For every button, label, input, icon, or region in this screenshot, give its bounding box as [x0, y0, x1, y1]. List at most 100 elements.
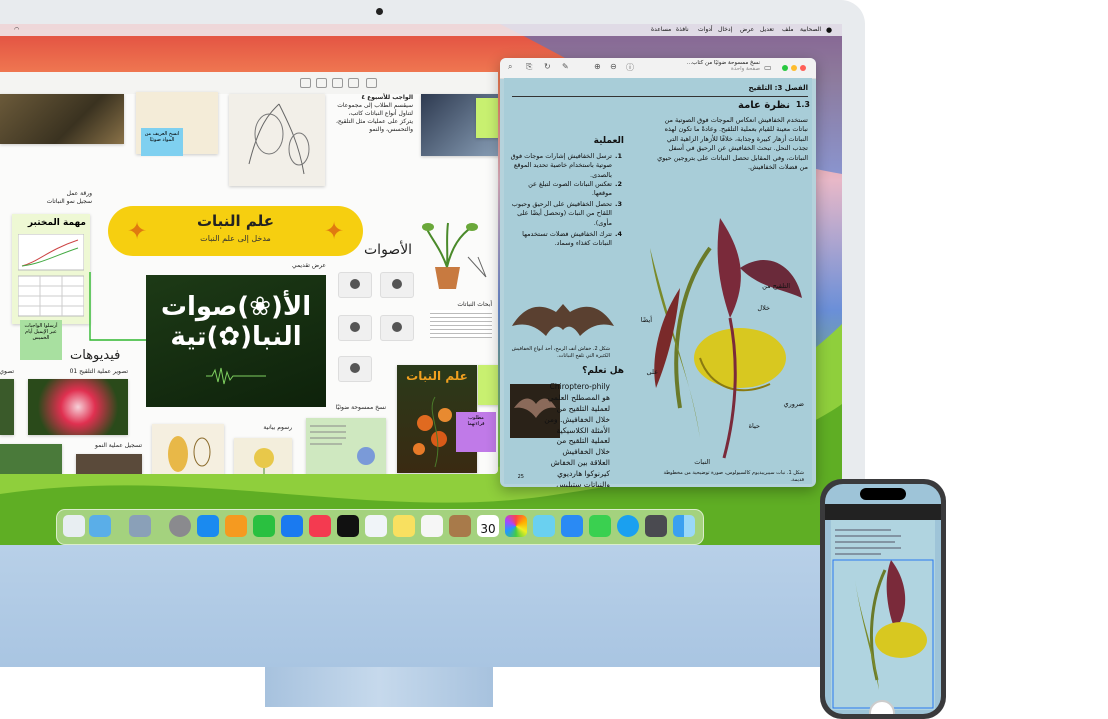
imac-chin [0, 545, 865, 667]
menu-file[interactable]: ملف [782, 26, 793, 33]
flower-drawing-card[interactable] [234, 438, 292, 474]
presentation-label: عرض تقديمي [291, 262, 326, 269]
media-tool-icon[interactable] [348, 78, 359, 88]
maple-leaf-icon: ✦ [126, 217, 148, 245]
menu-app[interactable]: الصحابية [800, 26, 821, 33]
keynote-icon[interactable] [281, 515, 303, 537]
audio-clip[interactable] [380, 272, 414, 298]
did-you-know-heading: هل تعلم؟ [582, 366, 624, 376]
leaf-video-thumbnail[interactable] [0, 444, 62, 474]
audio-clip[interactable] [338, 356, 372, 382]
menu-view[interactable]: عرض [740, 26, 754, 33]
flower-label: ضروري [783, 400, 804, 408]
green-label-card-2[interactable] [478, 365, 498, 405]
presentation-card[interactable]: الأ(❀)صوات النبا(✿)تية [146, 275, 326, 407]
note-tool-icon[interactable] [300, 78, 311, 88]
finder-icon[interactable] [673, 515, 695, 537]
sidebar-icon[interactable]: ▭ [764, 63, 772, 72]
flower-label: على [646, 368, 658, 376]
botany-sketch-card[interactable] [229, 94, 325, 186]
numbers-icon[interactable] [253, 515, 275, 537]
flower-label: التلقيح من [762, 282, 790, 290]
notes-icon[interactable] [393, 515, 415, 537]
insert-tool-icon[interactable] [366, 78, 377, 88]
apple-icon[interactable]: ● [826, 26, 832, 34]
audio-clip[interactable] [380, 315, 414, 341]
scanned-label: نسخ ممسوحة ضوئيًا [335, 404, 386, 411]
safari-icon[interactable] [617, 515, 639, 537]
title-banner[interactable]: ✦ علم النبات مدخل إلى علم النبات ✦ [108, 206, 363, 256]
launchpad-icon[interactable] [645, 515, 667, 537]
menu-help[interactable]: مساعدة [651, 26, 671, 33]
pine-drawing [168, 436, 211, 472]
menu-window[interactable]: نافذة [676, 26, 689, 33]
downloads-icon[interactable] [129, 515, 151, 537]
flower-video-thumbnail[interactable] [28, 379, 128, 435]
sticky-note-purple[interactable]: مطلوب قراءتهما [456, 412, 496, 452]
did-you-know-text: Chiroptero-phily هو المصطلح العلمي لعملي… [544, 382, 610, 487]
close-button[interactable] [800, 65, 806, 71]
contacts-icon[interactable] [449, 515, 471, 537]
menu-insert[interactable]: إدخال [718, 26, 732, 33]
share-icon[interactable]: ⎘ [526, 62, 532, 72]
shape-tool-icon[interactable] [316, 78, 327, 88]
menu-tools[interactable]: أدوات [698, 26, 713, 33]
music-icon[interactable] [309, 515, 331, 537]
text-tool-icon[interactable] [332, 78, 343, 88]
audio-clip[interactable] [338, 272, 372, 298]
maps-icon[interactable] [533, 515, 555, 537]
homework-title: الواجب للأسبوع ٤ [361, 94, 413, 101]
zoom-out-icon[interactable]: ⊖ [610, 62, 617, 71]
settings-icon[interactable] [169, 515, 191, 537]
process-heading: العملية [593, 136, 624, 146]
folder-icon[interactable] [89, 515, 111, 537]
chapter-rule [512, 96, 808, 97]
banner-subtitle: مدخل إلى علم النبات [200, 234, 271, 243]
rotate-icon[interactable]: ↻ [544, 62, 551, 71]
growth-video-thumbnail[interactable] [76, 454, 142, 474]
tv-icon[interactable] [337, 515, 359, 537]
calendar-icon[interactable]: 30 [477, 515, 499, 537]
audio-clip[interactable] [338, 315, 372, 341]
scanned-flower [310, 425, 375, 465]
research-text-block [430, 310, 492, 338]
worksheet-title: ورقة عمل [66, 190, 92, 197]
minimize-button[interactable] [791, 65, 797, 71]
page-number: 25 [517, 474, 524, 480]
pine-drawing-card[interactable] [152, 424, 224, 474]
flytrap-illustration [422, 222, 487, 289]
video-thumbnail-partial[interactable] [0, 379, 14, 435]
freeform-icon[interactable] [365, 515, 387, 537]
iphone-screen [825, 484, 941, 714]
preview-subtitle: صفحة واحدة [730, 66, 760, 72]
step-number: 1. [614, 152, 622, 160]
app-store-icon[interactable] [197, 515, 219, 537]
info-icon[interactable]: ⓘ [626, 62, 634, 73]
markup-icon[interactable]: ✎ [562, 62, 569, 71]
reminders-icon[interactable] [421, 515, 443, 537]
zoom-in-icon[interactable]: ⊕ [594, 62, 601, 71]
camera-top-bar [825, 504, 941, 520]
bat-illustration [512, 304, 614, 336]
botany-sketch [248, 103, 310, 175]
green-label-card[interactable] [476, 98, 498, 138]
trash-icon[interactable] [63, 515, 85, 537]
sticky-note-blue[interactable]: انسخ العريف من المواد صوتيًا [141, 128, 183, 156]
presentation-title-line1: الأ(❀)صوات [160, 292, 312, 322]
wifi-icon[interactable]: ◠ [14, 26, 19, 33]
photos-icon[interactable] [505, 515, 527, 537]
zoom-button[interactable] [782, 65, 788, 71]
messages-icon[interactable] [589, 515, 611, 537]
video-label-2: تسجيل عملية النمو [94, 442, 142, 449]
pages-icon[interactable] [225, 515, 247, 537]
menu-edit[interactable]: تعديل [760, 26, 774, 33]
scanned-page-card[interactable] [306, 418, 386, 474]
scanned-book-page: الفصل 3: التلقيح نظرة عامة 1.3 تستخدم ال… [504, 78, 812, 487]
mail-icon[interactable] [561, 515, 583, 537]
overview-text: تستخدم الخفافيش انعكاس الموجات فوق الصوت… [657, 116, 808, 172]
sticky-note-green[interactable]: أرسلوا الواجبات عبر الإيميل أيام الخميس [20, 320, 62, 360]
search-icon[interactable]: ⌕ [508, 62, 512, 72]
drawings-label: رسوم بيانية [263, 424, 292, 431]
step-4: تترك الخفافيش فضلات تستخدمها النباتات كغ… [522, 230, 612, 248]
plant-photo[interactable] [0, 94, 124, 144]
